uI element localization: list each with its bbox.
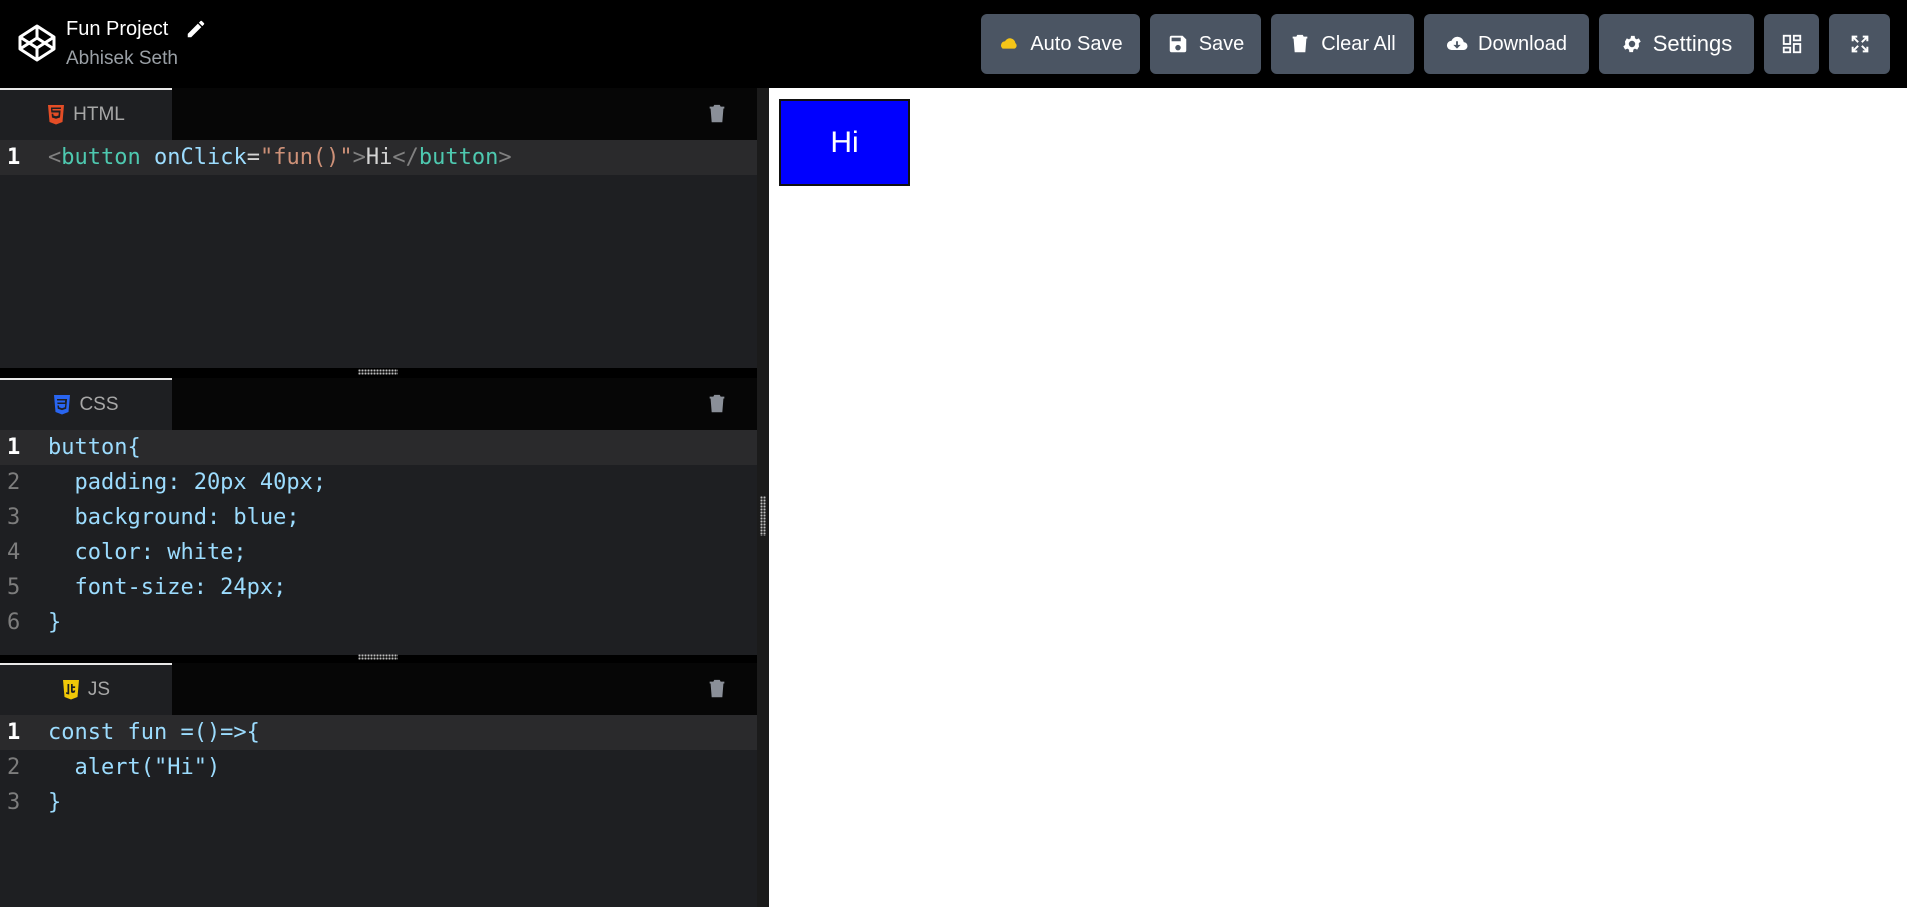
tab-html[interactable]: HTML <box>0 88 172 140</box>
css-trash-icon[interactable] <box>706 392 728 416</box>
code-line[interactable]: 4 color: white; <box>0 535 757 570</box>
code-text: button{ <box>48 435 141 460</box>
code-text: } <box>48 790 62 815</box>
html-css-resize-handle[interactable] <box>358 369 398 375</box>
code-text: padding: 20px 40px; <box>48 470 327 495</box>
auto-save-label: Auto Save <box>1030 32 1123 55</box>
line-number: 3 <box>7 505 21 530</box>
code-token: < <box>48 145 62 170</box>
code-text: color: white; <box>48 540 247 565</box>
css-js-resize-handle[interactable] <box>358 654 398 660</box>
line-number: 1 <box>7 145 21 170</box>
gear-icon <box>1623 35 1641 53</box>
html-pane-header: HTML <box>0 88 757 140</box>
fullscreen-button[interactable] <box>1829 14 1890 74</box>
code-token: = <box>246 145 260 170</box>
line-number: 1 <box>7 720 21 745</box>
settings-button[interactable]: Settings <box>1599 14 1754 74</box>
pencil-edit-icon[interactable] <box>185 18 207 40</box>
code-line[interactable]: 5 font-size: 24px; <box>0 570 757 605</box>
code-token: "fun()" <box>259 145 353 170</box>
line-number: 2 <box>7 755 21 780</box>
css-pane-header: CSS <box>0 378 757 430</box>
code-token: Hi <box>365 145 393 170</box>
code-token: button <box>418 145 499 170</box>
code-token: </ <box>392 145 419 170</box>
trash-icon <box>1292 34 1308 53</box>
code-text: const fun =()=>{ <box>48 720 260 745</box>
project-title: Fun Project <box>66 18 169 40</box>
layout-toggle-button[interactable] <box>1764 14 1819 74</box>
css-editor-pane: CSS 1 button{2 padding: 20px 40px; 3 backg… <box>0 378 757 655</box>
code-line[interactable]: 1 <button onClick="fun()">Hi</button> <box>0 140 757 175</box>
tab-html-label: HTML <box>73 104 125 125</box>
code-text: } <box>48 610 62 635</box>
code-line[interactable]: 2 padding: 20px 40px; <box>0 465 757 500</box>
line-number: 6 <box>7 610 21 635</box>
code-token: > <box>352 145 366 170</box>
css3-icon <box>54 395 71 415</box>
code-line[interactable]: 1 const fun =()=>{ <box>0 715 757 750</box>
tab-css[interactable]: CSS <box>0 378 172 430</box>
js-code-editor[interactable]: 1 const fun =()=>{2 alert("Hi") 3} <box>0 715 757 907</box>
code-token: button <box>61 145 141 170</box>
editor-preview-resize-handle[interactable] <box>757 88 769 907</box>
code-line[interactable]: 2 alert("Hi") <box>0 750 757 785</box>
fullscreen-icon <box>1851 35 1868 53</box>
code-text: alert("Hi") <box>48 755 221 780</box>
html5-icon <box>48 105 65 125</box>
save-button[interactable]: Save <box>1150 14 1261 74</box>
download-label: Download <box>1478 32 1567 55</box>
code-text: font-size: 24px; <box>48 575 287 600</box>
clear-all-button[interactable]: Clear All <box>1271 14 1414 74</box>
download-button[interactable]: Download <box>1424 14 1589 74</box>
layout-grid-icon <box>1782 34 1801 54</box>
code-token: onClick <box>140 145 247 170</box>
html-trash-icon[interactable] <box>706 102 728 126</box>
code-text: background: blue; <box>48 505 300 530</box>
tab-css-label: CSS <box>79 394 119 415</box>
preview-hi-button[interactable]: Hi <box>779 99 910 186</box>
preview-pane: Hi <box>769 88 1907 907</box>
line-number: 3 <box>7 790 21 815</box>
cloud-download-icon <box>1446 36 1468 50</box>
html-editor-pane: HTML 1 <button onClick="fun()">Hi</button… <box>0 88 757 368</box>
tab-js-label: JS <box>87 679 111 700</box>
css-code-editor[interactable]: 1 button{2 padding: 20px 40px; 3 backgroun… <box>0 430 757 655</box>
line-number: 5 <box>7 575 21 600</box>
code-line[interactable]: 3 background: blue; <box>0 500 757 535</box>
code-line[interactable]: 1 button{ <box>0 430 757 465</box>
html-code-editor[interactable]: 1 <button onClick="fun()">Hi</button> <box>0 140 757 368</box>
floppy-disk-icon <box>1169 35 1186 53</box>
js-trash-icon[interactable] <box>706 677 728 701</box>
author-name: Abhisek Seth <box>66 48 178 69</box>
clear-all-label: Clear All <box>1321 32 1396 55</box>
code-text: <button onClick="fun()">Hi</button> <box>48 140 512 175</box>
save-label: Save <box>1198 32 1245 55</box>
tab-js[interactable]: JS <box>0 663 172 715</box>
line-number: 1 <box>7 435 21 460</box>
top-bar: Fun Project Abhisek Seth Auto Save Save … <box>0 0 1907 88</box>
js-pane-header: JS <box>0 663 757 715</box>
line-number: 2 <box>7 470 21 495</box>
code-line[interactable]: 3} <box>0 785 757 820</box>
cloud-icon <box>1001 38 1017 49</box>
line-number: 4 <box>7 540 21 565</box>
auto-save-button[interactable]: Auto Save <box>981 14 1140 74</box>
code-line[interactable]: 6} <box>0 605 757 640</box>
code-token: > <box>498 145 512 170</box>
codepen-logo-icon <box>18 24 56 62</box>
js-icon <box>62 680 79 700</box>
js-editor-pane: JS 1 const fun =()=>{2 alert("Hi") 3} <box>0 663 757 907</box>
settings-label: Settings <box>1652 31 1733 56</box>
editors-column: HTML 1 <button onClick="fun()">Hi</button… <box>0 88 757 907</box>
